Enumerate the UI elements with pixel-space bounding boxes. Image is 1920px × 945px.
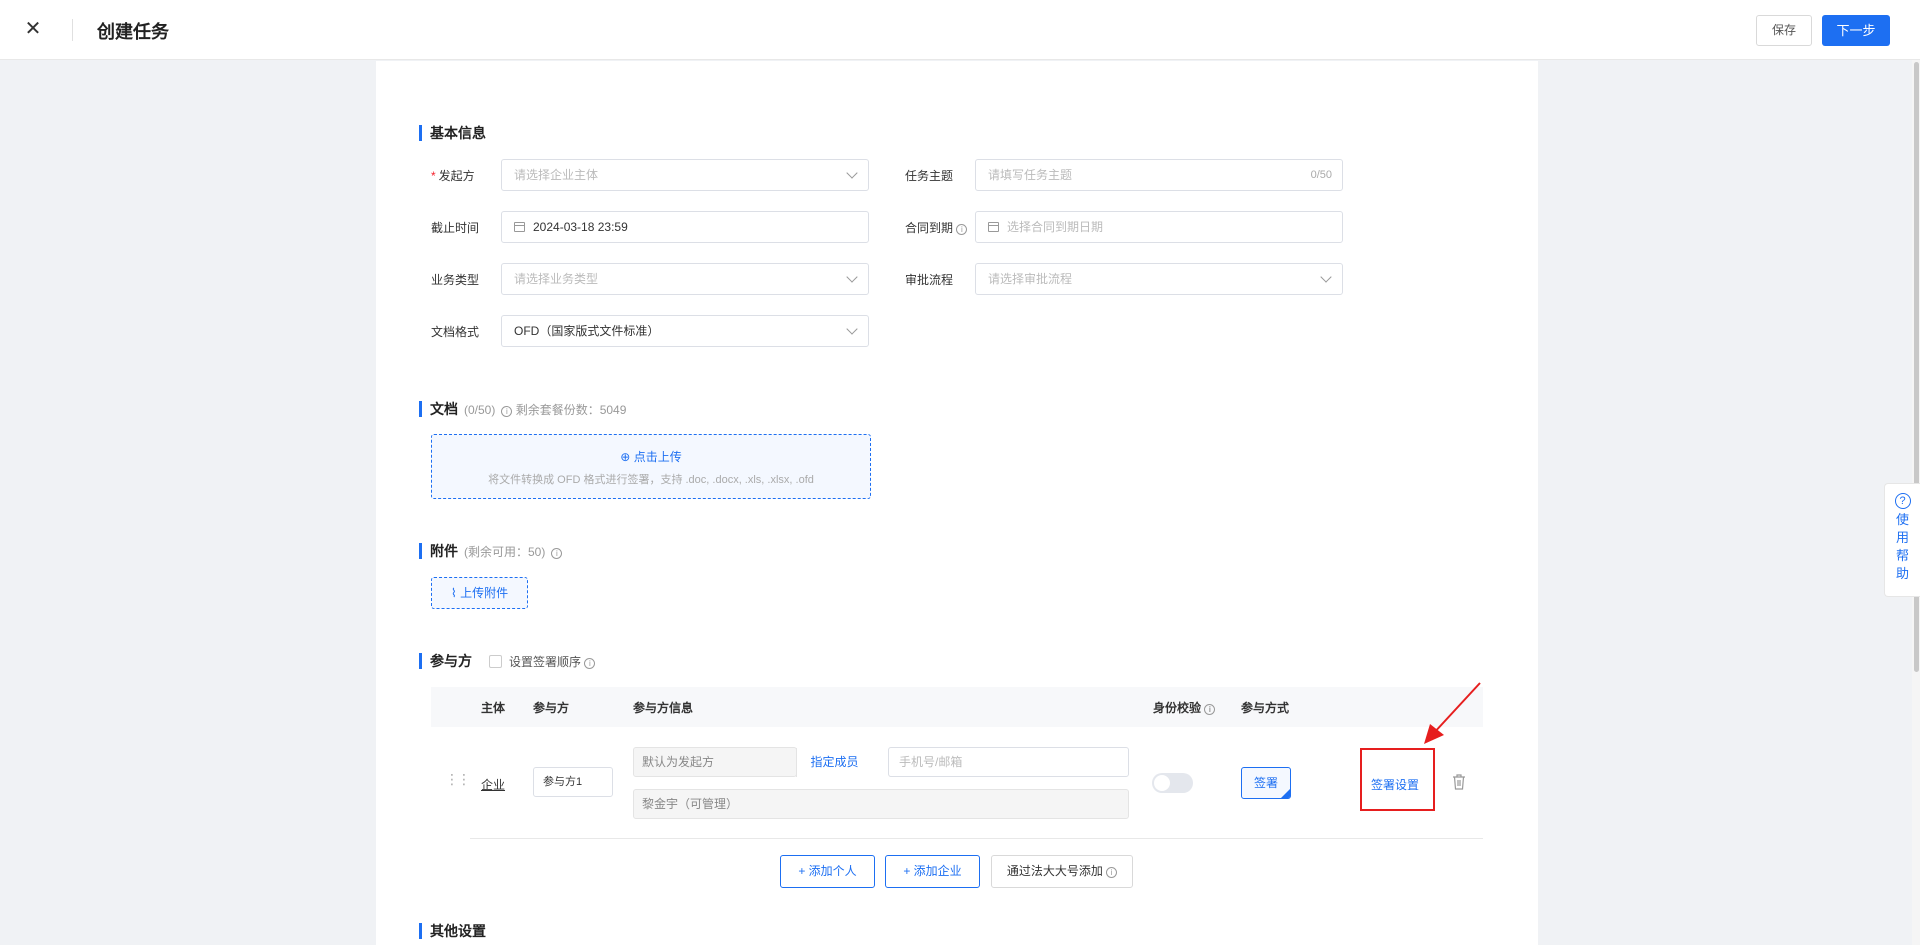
- upload-attachment-button[interactable]: ⌇ 上传附件: [431, 577, 528, 609]
- section-documents: 文档 (0/50) i 剩余套餐份数：5049: [419, 401, 626, 418]
- parties-table-header: 主体 参与方 参与方信息 身份校验 i 参与方式: [431, 687, 1483, 727]
- info-icon: i: [1204, 704, 1216, 715]
- contract-due-picker[interactable]: 选择合同到期日期: [975, 211, 1343, 243]
- doc-format-label: 文档格式: [431, 325, 480, 339]
- save-button[interactable]: 保存: [1756, 15, 1812, 46]
- page-title: 创建任务: [97, 22, 169, 42]
- red-arrow-annotation: [1424, 682, 1481, 744]
- identity-verify-toggle[interactable]: [1152, 773, 1193, 793]
- party-entity-type[interactable]: 企业: [481, 776, 505, 793]
- title-divider: [72, 19, 73, 41]
- col-subject: 主体: [481, 701, 506, 715]
- calendar-icon: [988, 222, 999, 232]
- next-step-button[interactable]: 下一步: [1822, 15, 1890, 46]
- section-basic-info: 基本信息: [419, 125, 486, 141]
- approval-label: 审批流程: [905, 273, 954, 287]
- default-initiator-field: 默认为发起方: [633, 747, 797, 777]
- help-char: 帮: [1895, 548, 1909, 563]
- subject-input[interactable]: 请填写任务主题 0/50: [975, 159, 1343, 191]
- info-icon: i: [501, 406, 513, 417]
- biz-type-label: 业务类型: [431, 273, 480, 287]
- help-char: 助: [1895, 566, 1909, 581]
- initiator-label: * 发起方: [431, 169, 475, 183]
- sign-order-label: 设置签署顺序 i: [509, 654, 596, 670]
- paperclip-icon: ⌇: [450, 586, 457, 600]
- chevron-down-icon: [846, 167, 858, 179]
- calendar-icon: [514, 222, 525, 232]
- approval-select[interactable]: 请选择审批流程: [975, 263, 1343, 295]
- chevron-down-icon: [846, 323, 858, 335]
- section-other-settings: 其他设置: [419, 923, 486, 939]
- member-field: 黎金宇（可管理）: [633, 789, 1129, 819]
- subject-label: 任务主题: [905, 169, 954, 183]
- initiator-select[interactable]: 请选择企业主体: [501, 159, 869, 191]
- upload-link[interactable]: ⊕ 点击上传: [432, 448, 870, 465]
- add-by-fadada-button[interactable]: 通过法大大号添加 i: [991, 855, 1133, 888]
- biz-type-select[interactable]: 请选择业务类型: [501, 263, 869, 295]
- info-icon: i: [584, 658, 596, 669]
- assign-member-button[interactable]: 指定成员: [796, 748, 872, 777]
- attach-note: (剩余可用：50): [464, 545, 546, 559]
- help-char: 用: [1895, 530, 1909, 545]
- sign-order-checkbox[interactable]: [489, 655, 502, 668]
- col-party: 参与方: [533, 701, 570, 715]
- phone-email-input[interactable]: 手机号/邮箱: [888, 747, 1129, 777]
- col-verify: 身份校验 i: [1153, 699, 1216, 716]
- close-icon[interactable]: ✕: [22, 18, 44, 40]
- sign-mode-tag[interactable]: 签署: [1241, 767, 1291, 799]
- col-info: 参与方信息: [633, 701, 694, 715]
- section-attachments: 附件 (剩余可用：50) i: [419, 543, 563, 560]
- help-icon: ?: [1894, 493, 1911, 509]
- upload-hint: 将文件转换成 OFD 格式进行签署，支持 .doc, .docx, .xls, …: [488, 474, 814, 486]
- help-widget[interactable]: ? 使 用 帮 助: [1884, 483, 1920, 597]
- chevron-down-icon: [846, 271, 858, 283]
- deadline-label: 截止时间: [431, 221, 480, 235]
- help-char: 使: [1895, 512, 1909, 527]
- row-divider: [470, 838, 1483, 839]
- contract-due-label: 合同到期 i: [905, 220, 968, 236]
- info-icon: i: [1106, 867, 1118, 878]
- add-company-button[interactable]: + 添加企业: [885, 855, 980, 888]
- document-upload-area[interactable]: ⊕ 点击上传 将文件转换成 OFD 格式进行签署，支持 .doc, .docx,…: [431, 434, 871, 499]
- doc-format-select[interactable]: OFD（国家版式文件标准）: [501, 315, 869, 347]
- top-bar: ✕ 创建任务 保存 下一步: [0, 0, 1920, 60]
- drag-handle-icon[interactable]: ⋮⋮: [445, 772, 471, 786]
- add-person-button[interactable]: + 添加个人: [780, 855, 875, 888]
- trash-icon[interactable]: [1451, 773, 1467, 791]
- doc-remaining: i 剩余套餐份数：5049: [501, 403, 626, 417]
- deadline-picker[interactable]: 2024-03-18 23:59: [501, 211, 869, 243]
- sign-settings-link[interactable]: 签署设置: [1371, 776, 1419, 793]
- info-icon: i: [551, 548, 563, 559]
- chevron-down-icon: [1320, 271, 1332, 283]
- col-mode: 参与方式: [1241, 701, 1290, 715]
- doc-count: (0/50): [464, 403, 496, 417]
- subject-counter: 0/50: [1310, 169, 1332, 181]
- party-name-input[interactable]: 参与方1: [533, 767, 613, 797]
- info-icon: i: [956, 224, 968, 235]
- section-parties: 参与方: [419, 653, 472, 669]
